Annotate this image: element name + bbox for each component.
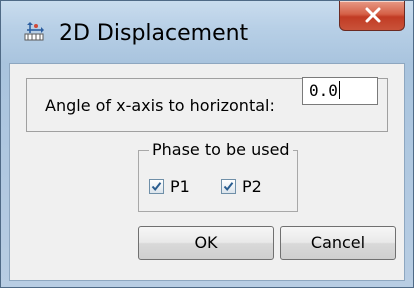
angle-input[interactable]: 0.0: [302, 77, 378, 105]
phase-p1-checkbox[interactable]: [149, 179, 164, 194]
phase-p1-label: P1: [170, 177, 190, 196]
checkmark-icon: [151, 182, 162, 192]
angle-label: Angle of x-axis to horizontal:: [45, 96, 275, 115]
angle-value: 0.0: [309, 81, 338, 100]
window-title: 2D Displacement: [59, 21, 249, 46]
close-button[interactable]: [339, 1, 405, 31]
text-caret: [338, 81, 340, 99]
close-x-icon: [365, 7, 381, 23]
phase-p2-checkbox[interactable]: [221, 179, 236, 194]
phase-legend: Phase to be used: [149, 140, 293, 159]
dialog-window: 2D Displacement Angle of x-axis to horiz…: [0, 0, 414, 288]
move-axes-icon: [23, 21, 45, 43]
checkmark-icon: [223, 182, 234, 192]
cancel-button[interactable]: Cancel: [280, 226, 396, 260]
phase-group: Phase to be used P1 P2: [138, 140, 298, 212]
ok-button[interactable]: OK: [138, 226, 274, 260]
title-bar[interactable]: 2D Displacement: [1, 1, 414, 63]
dialog-body: Angle of x-axis to horizontal: 0.0 Phase…: [9, 63, 405, 281]
phase-p2-label: P2: [242, 177, 262, 196]
